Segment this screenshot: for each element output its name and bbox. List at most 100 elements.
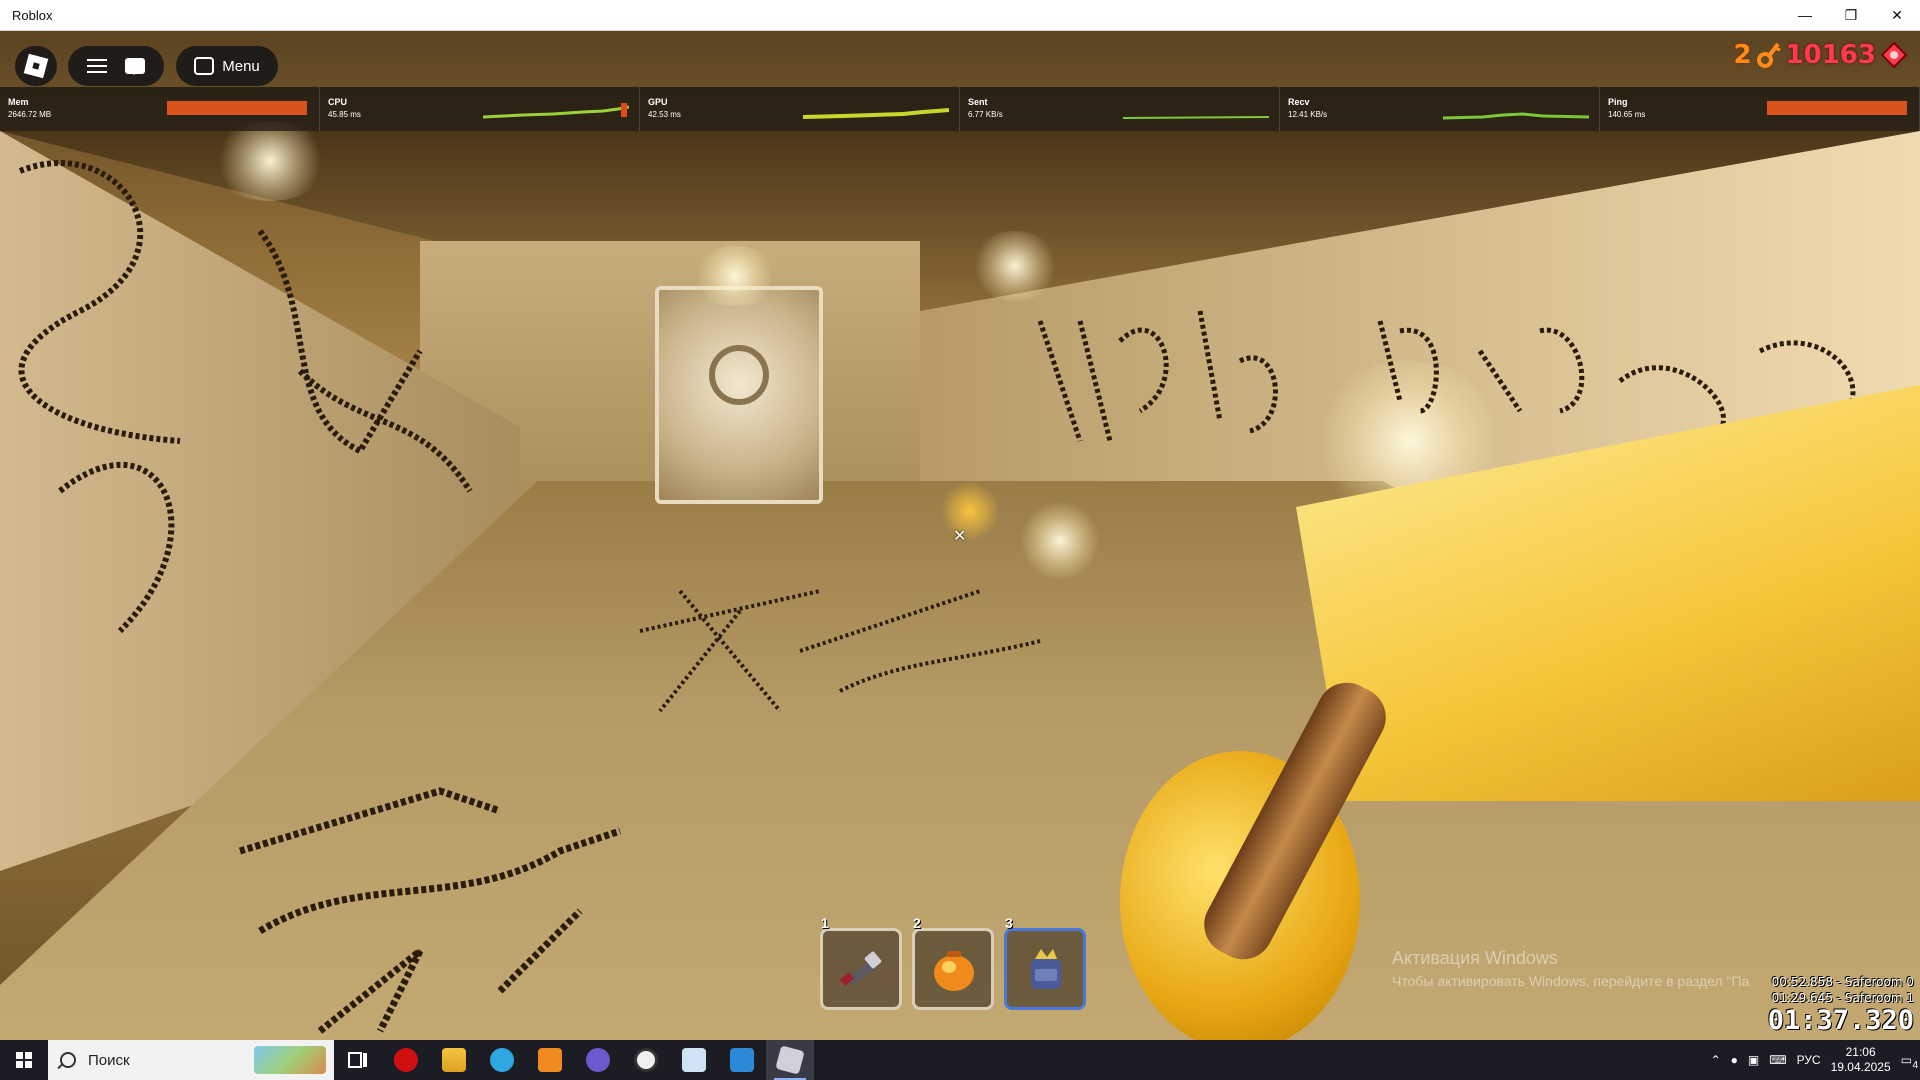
stat-mem[interactable]: Mem 2646.72 MB: [0, 87, 320, 131]
taskbar-search[interactable]: Поиск: [48, 1040, 334, 1080]
stat-bar: [167, 101, 307, 115]
slot-number: 3: [1005, 915, 1013, 931]
stat-value: 140.65 ms: [1608, 110, 1646, 119]
clock-time: 21:06: [1845, 1045, 1876, 1059]
language-indicator[interactable]: РУС: [1797, 1053, 1821, 1067]
taskbar-app-discord[interactable]: [574, 1040, 622, 1080]
stat-value: 6.77 KB/s: [968, 110, 1003, 119]
menu-icon: [194, 57, 215, 75]
stat-sent[interactable]: Sent 6.77 KB/s: [960, 87, 1280, 131]
notification-icon: ▭: [1900, 1053, 1912, 1067]
stat-label: CPU: [328, 97, 348, 107]
maximize-button[interactable]: ❐: [1828, 0, 1874, 30]
sublime-text-icon: [538, 1048, 562, 1072]
taskbar-app-obs[interactable]: [622, 1040, 670, 1080]
task-view-button[interactable]: [334, 1040, 382, 1080]
microphone-icon[interactable]: ●: [1731, 1053, 1738, 1067]
floating-orb: [940, 481, 1000, 541]
task-view-icon: [348, 1052, 367, 1068]
taskbar-app-roblox[interactable]: [766, 1040, 814, 1080]
taskbar-clock[interactable]: 21:06 19.04.2025: [1831, 1045, 1891, 1075]
notepad-icon: [682, 1048, 706, 1072]
taskbar-app-explorer[interactable]: [430, 1040, 478, 1080]
floor-graffiti: [639, 589, 1041, 713]
stat-value: 42.53 ms: [648, 110, 681, 119]
stat-graph: [483, 103, 629, 119]
stat-label: Recv: [1288, 97, 1310, 107]
taskbar-app-notepad[interactable]: [670, 1040, 718, 1080]
stat-graph: [1443, 112, 1589, 120]
hamburger-icon[interactable]: [87, 59, 107, 73]
hotbar-slot-3[interactable]: 3: [1004, 915, 1086, 1010]
activation-watermark: Активация Windows Чтобы активировать Win…: [1392, 948, 1749, 989]
discord-icon: [586, 1048, 610, 1072]
watermark-text: Чтобы активировать Windows, перейдите в …: [1392, 973, 1750, 989]
keys-count: 2: [1733, 40, 1752, 70]
speedrun-timer: 00:52.858 - Saferoom 0 01:29.645 - Safer…: [1768, 974, 1914, 1036]
chevron-up-icon[interactable]: ⌃: [1711, 1053, 1721, 1067]
chat-icon[interactable]: [125, 58, 145, 75]
keyboard-icon[interactable]: ⌨: [1769, 1053, 1786, 1067]
taskbar-app-vscode[interactable]: [718, 1040, 766, 1080]
vault-door: [655, 286, 823, 504]
vscode-icon: [730, 1048, 754, 1072]
obs-icon: [634, 1048, 658, 1072]
telegram-icon: [490, 1048, 514, 1072]
ceiling-light: [690, 246, 780, 306]
floor-graffiti: [238, 787, 622, 1034]
taskbar-app-opera[interactable]: [382, 1040, 430, 1080]
roblox-logo-button[interactable]: [15, 46, 57, 86]
search-placeholder: Поиск: [88, 1051, 130, 1069]
stat-label: Sent: [968, 97, 988, 107]
inventory-hotbar: 1 2 3: [820, 915, 1086, 1010]
watermark-title: Активация Windows: [1392, 948, 1558, 968]
menu-label: Menu: [222, 57, 260, 75]
gem-icon: [1880, 41, 1908, 69]
stat-graph: [1123, 116, 1269, 119]
taskbar-app-telegram[interactable]: [478, 1040, 526, 1080]
minimize-button[interactable]: —: [1782, 0, 1828, 30]
split-time: 00:52.858 - Saferoom 0: [1771, 975, 1914, 989]
windows-taskbar: Поиск ⌃ ● ▣ ⌨ РУС 21:06 19.04.2025 ▭ 4: [0, 1040, 1920, 1080]
windows-logo-icon: [16, 1052, 32, 1068]
notification-count: 4: [1912, 1060, 1918, 1071]
search-highlight-image[interactable]: [254, 1046, 326, 1074]
split-time: 01:29.645 - Saferoom 1: [1771, 991, 1914, 1005]
stat-recv[interactable]: Recv 12.41 KB/s: [1280, 87, 1600, 131]
taskbar-app-sublime[interactable]: [526, 1040, 574, 1080]
main-timer: 01:37.320: [1767, 1005, 1914, 1036]
clock-date: 19.04.2025: [1830, 1060, 1891, 1074]
stat-label: Ping: [1608, 97, 1628, 107]
backpack-icon: [1031, 949, 1061, 989]
roblox-menu-chat-group: [68, 46, 164, 86]
stat-cpu[interactable]: CPU 45.85 ms: [320, 87, 640, 131]
flashlight-icon: [839, 951, 882, 986]
camera-icon[interactable]: ▣: [1748, 1053, 1759, 1067]
search-icon: [60, 1052, 76, 1068]
performance-stats-bar: Mem 2646.72 MB CPU 45.85 ms GPU 42.53 ms…: [0, 87, 1920, 131]
window-titlebar: Roblox — ❐ ✕: [0, 0, 1920, 31]
stat-ping[interactable]: Ping 140.65 ms: [1600, 87, 1920, 131]
notification-center-button[interactable]: ▭ 4: [1900, 1053, 1918, 1071]
opera-icon: [394, 1048, 418, 1072]
stat-graph: [803, 108, 949, 119]
stat-label: Mem: [8, 97, 29, 107]
hotbar-slot-2[interactable]: 2: [912, 915, 994, 1010]
start-button[interactable]: [0, 1040, 48, 1080]
currency-display: 2 10163: [1733, 40, 1908, 70]
key-icon: [1756, 42, 1781, 68]
wall-graffiti: [18, 160, 473, 634]
menu-button[interactable]: Menu: [176, 46, 278, 86]
coins-count: 10163: [1785, 40, 1876, 70]
system-tray: ⌃ ● ▣ ⌨ РУС 21:06 19.04.2025 ▭ 4: [1711, 1045, 1920, 1075]
stat-gpu[interactable]: GPU 42.53 ms: [640, 87, 960, 131]
lantern-icon: [934, 951, 974, 991]
roblox-logo-icon: [23, 53, 49, 79]
stat-label: GPU: [648, 97, 668, 107]
crosshair-icon: ✕: [953, 528, 967, 545]
stat-value: 12.41 KB/s: [1288, 110, 1328, 119]
stat-value: 2646.72 MB: [8, 110, 52, 119]
close-button[interactable]: ✕: [1874, 0, 1920, 30]
hotbar-slot-1[interactable]: 1: [820, 915, 902, 1010]
window-title: Roblox: [12, 7, 53, 23]
